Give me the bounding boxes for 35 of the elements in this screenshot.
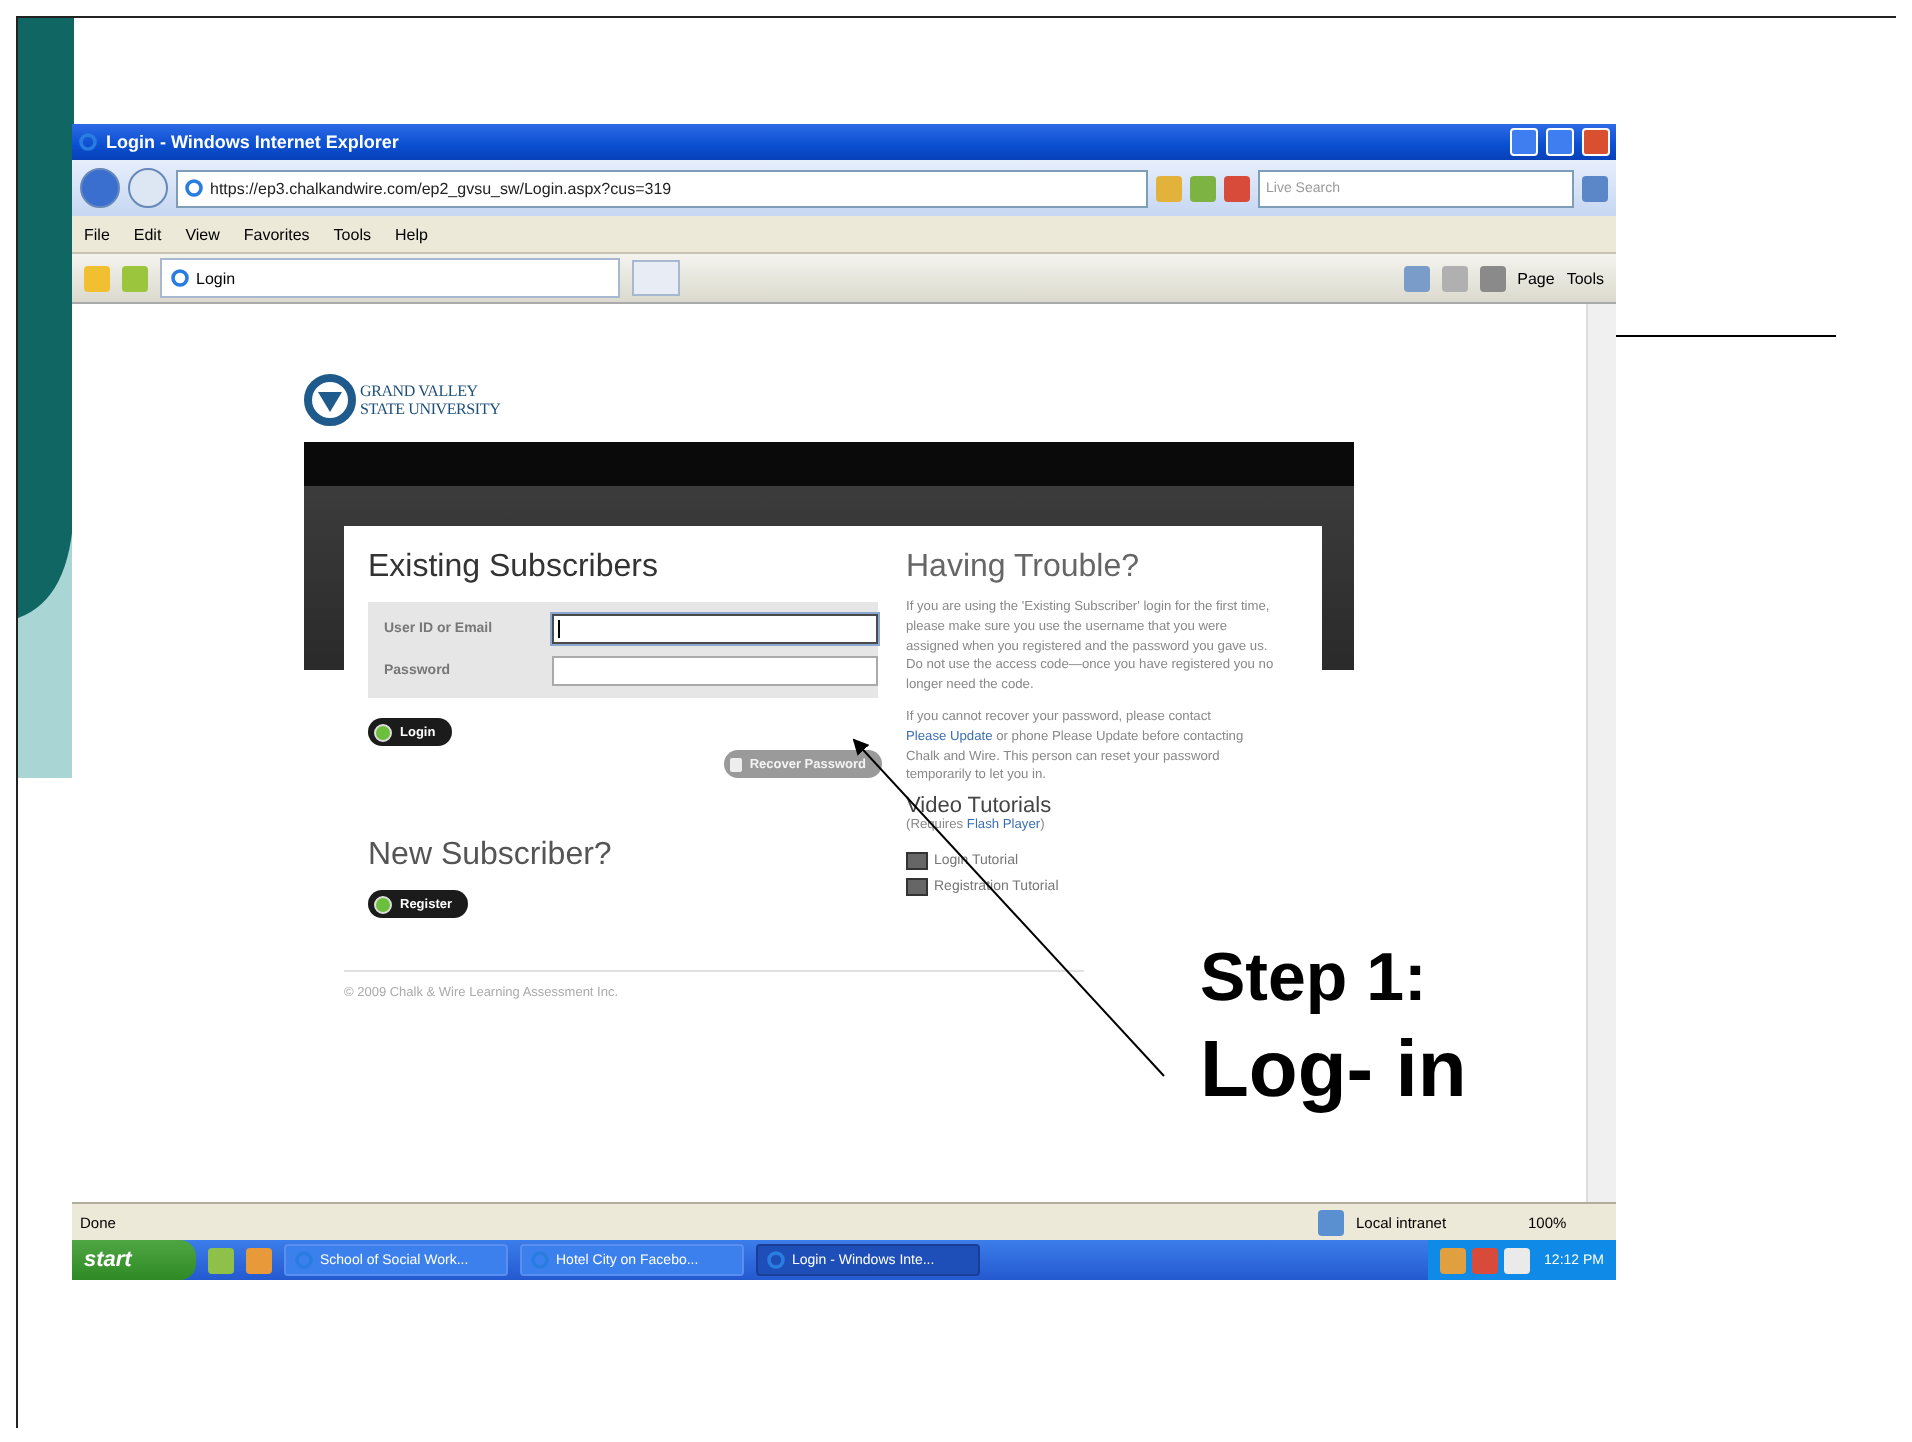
browser-logo-icon <box>766 1250 786 1270</box>
back-button[interactable] <box>80 168 120 208</box>
logo-text: GRAND VALLEY <box>360 382 480 400</box>
forward-button[interactable] <box>128 168 168 208</box>
menu-item[interactable]: View <box>185 225 220 243</box>
menu-item[interactable]: Tools <box>333 225 371 243</box>
film-icon <box>906 878 928 897</box>
browser-logo-icon <box>184 178 204 198</box>
browser-logo-icon <box>78 132 98 152</box>
film-icon <box>906 852 928 871</box>
slide-caption: Log- in <box>1200 1026 1467 1116</box>
logo-text: STATE UNIVERSITY <box>360 400 501 418</box>
scrollbar[interactable] <box>1586 304 1616 1202</box>
command-button[interactable]: Tools <box>1566 269 1604 287</box>
minimize-button[interactable] <box>1510 128 1538 156</box>
close-button[interactable] <box>1582 128 1610 156</box>
maximize-button[interactable] <box>1546 128 1574 156</box>
input-field[interactable] <box>551 614 878 644</box>
window-title: Login - Windows Internet Explorer <box>106 132 401 152</box>
menu-item[interactable]: Edit <box>133 225 162 243</box>
browser-logo-icon <box>170 268 190 288</box>
menu-item[interactable]: File <box>84 225 110 243</box>
browser-tab[interactable]: Login <box>160 258 620 298</box>
slide-caption: Step 1: <box>1200 940 1429 1018</box>
command-button[interactable]: Page <box>1517 269 1555 287</box>
address-field[interactable]: https://ep3.chalkandwire.com/ep2_gvsu_sw/Login.aspx?cus=319 <box>176 169 1148 207</box>
menu-item[interactable]: Help <box>394 225 428 243</box>
new-tab-button[interactable] <box>632 260 680 296</box>
input-field[interactable] <box>551 656 878 686</box>
section-heading: Existing Subscribers <box>368 550 660 586</box>
university-logo-icon <box>304 374 356 426</box>
section-heading: Having Trouble? <box>906 550 1142 586</box>
section-heading: New Subscriber? <box>368 838 614 874</box>
menu-item[interactable]: Favorites <box>243 225 310 243</box>
start-button[interactable]: start <box>72 1240 196 1280</box>
